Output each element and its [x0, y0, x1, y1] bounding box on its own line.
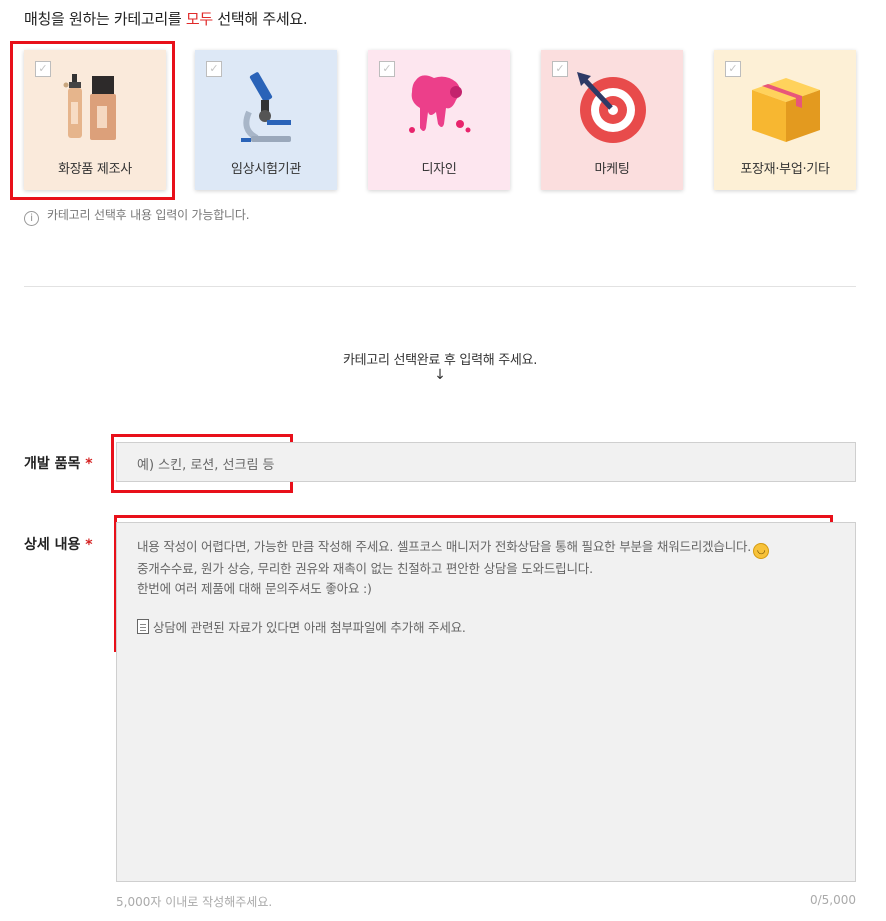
char-counter: 0/5,000: [809, 893, 856, 907]
placeholder-line: [137, 598, 855, 618]
placeholder-line: 내용 작성이 어렵다면, 가능한 만큼 작성해 주세요. 셀프코스 매니저가 전…: [137, 537, 855, 559]
category-info: i 카테고리 선택후 내용 입력이 가능합니다.: [24, 206, 250, 226]
highlight-box-category: [10, 41, 175, 200]
category-card-packaging[interactable]: ✓ 포장재·부업·기타: [714, 50, 856, 190]
category-label: 디자인: [421, 162, 457, 177]
category-checkbox[interactable]: ✓: [379, 61, 395, 77]
box-icon: [752, 78, 820, 142]
info-icon: i: [24, 211, 39, 226]
required-mark: *: [85, 537, 93, 553]
section-divider: [24, 286, 856, 287]
down-arrow-icon: ↓: [434, 367, 446, 383]
char-limit-hint: 5,000자 이내로 작성해주세요.: [116, 895, 273, 909]
category-label: 임상시험기관: [231, 162, 301, 177]
product-input-placeholder: 예) 스킨, 로션, 선크림 등: [137, 458, 275, 473]
placeholder-line: 상담에 관련된 자료가 있다면 아래 첨부파일에 추가해 주세요.: [137, 618, 855, 638]
product-input[interactable]: 예) 스킨, 로션, 선크림 등: [116, 442, 856, 482]
detail-textarea[interactable]: 내용 작성이 어렵다면, 가능한 만큼 작성해 주세요. 셀프코스 매니저가 전…: [116, 522, 856, 882]
category-label: 마케팅: [594, 162, 630, 177]
notice-text: 카테고리 선택완료 후 입력해 주세요.: [342, 353, 538, 368]
category-label: 포장재·부업·기타: [740, 162, 830, 177]
placeholder-line: 중개수수료, 원가 상승, 무리한 권유와 재촉이 없는 친절하고 편안한 상담…: [137, 561, 593, 576]
placeholder-line: 한번에 여러 제품에 대해 문의주셔도 좋아요 :): [137, 580, 372, 596]
category-card-marketing[interactable]: ✓ 마케팅: [541, 50, 683, 190]
category-checkbox[interactable]: ✓: [206, 61, 222, 77]
category-card-clinical[interactable]: ✓ 임상시험기관: [195, 50, 337, 190]
paint-splash-icon: [409, 75, 471, 133]
product-field-label: 개발 품목 *: [24, 456, 93, 472]
smile-emoji-icon: ◡: [753, 543, 770, 559]
page-heading: 매칭을 원하는 카테고리를 모두 선택해 주세요.: [24, 10, 308, 28]
detail-field-label: 상세 내용 *: [24, 537, 93, 553]
category-card-design[interactable]: ✓ 디자인: [368, 50, 510, 190]
microscope-icon: [241, 72, 291, 142]
required-mark: *: [85, 456, 93, 472]
category-checkbox[interactable]: ✓: [552, 61, 568, 77]
document-icon: [137, 618, 149, 634]
category-checkbox[interactable]: ✓: [725, 61, 741, 77]
heading-highlight: 모두: [185, 10, 213, 28]
target-dart-icon: [577, 72, 646, 143]
